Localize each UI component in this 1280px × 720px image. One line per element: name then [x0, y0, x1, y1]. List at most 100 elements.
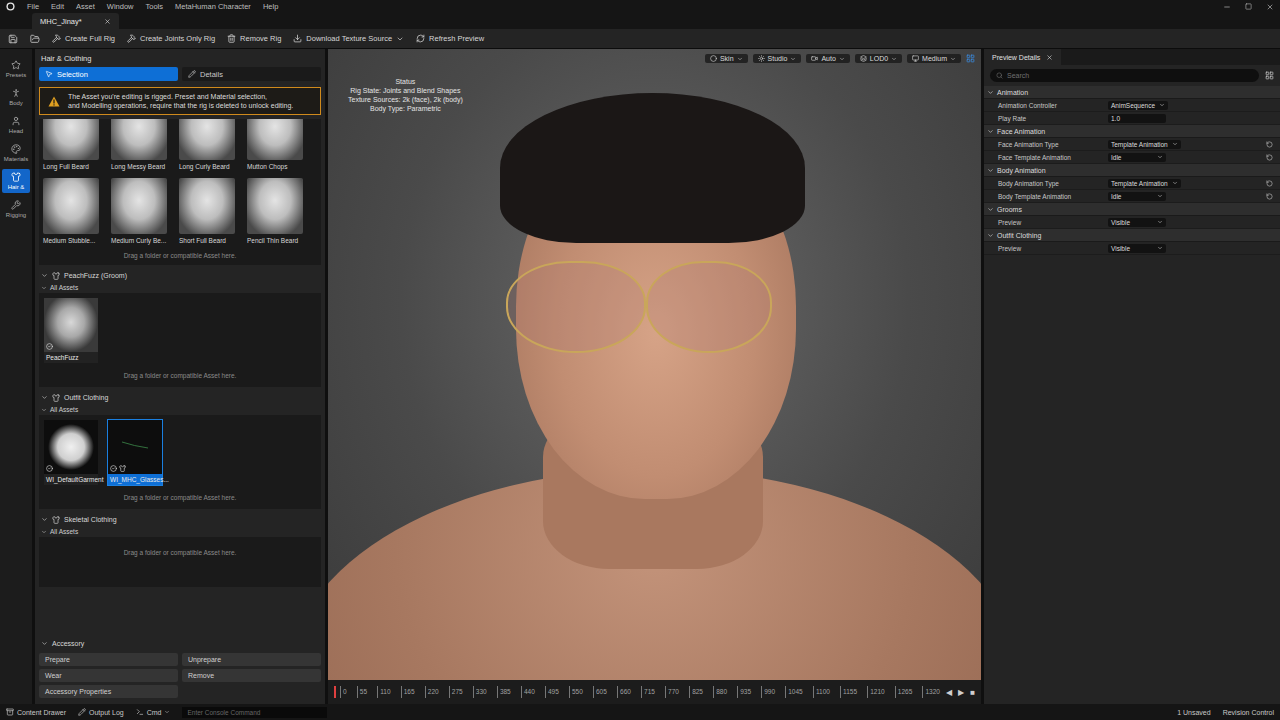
toolbar-button[interactable]: Remove Rig — [227, 34, 281, 43]
accessory-button[interactable]: Unprepare — [182, 653, 321, 666]
timeline-tick: 1155 — [840, 686, 857, 698]
dropdown[interactable]: Visible — [1108, 218, 1166, 227]
beard-thumbnail[interactable]: Mutton Chops — [247, 119, 311, 170]
toolbar-button[interactable]: Refresh Preview — [416, 34, 484, 43]
accessory-button[interactable]: Prepare — [39, 653, 178, 666]
menu-item[interactable]: Help — [263, 2, 278, 11]
sidebar-item[interactable]: Materials — [2, 141, 30, 165]
expand-icon — [41, 394, 48, 401]
details-tab[interactable]: Preview Details — [984, 49, 1061, 65]
viewport-option[interactable]: Medium — [907, 54, 961, 63]
view-options-icon[interactable] — [1265, 71, 1274, 80]
sidebar-item[interactable]: Body — [2, 85, 30, 109]
beard-thumbnail[interactable]: Short Full Beard — [179, 178, 243, 244]
status-button[interactable]: Cmd — [136, 708, 171, 716]
details-section-header[interactable]: Outfit Clothing — [984, 229, 1280, 242]
maximize-icon[interactable] — [1245, 3, 1252, 10]
menu-item[interactable]: Edit — [51, 2, 64, 11]
panel-tab[interactable]: Details — [182, 67, 321, 81]
section-header[interactable]: Skeletal Clothing — [39, 513, 321, 526]
toolbar-button[interactable]: Download Texture Source — [293, 34, 404, 43]
browse-icon[interactable] — [30, 34, 40, 44]
reset-icon[interactable] — [1266, 154, 1273, 161]
status-item[interactable]: 1 Unsaved — [1177, 709, 1210, 716]
viewport-option[interactable]: Studio — [753, 54, 802, 63]
menu-item[interactable]: Window — [107, 2, 134, 11]
character-render[interactable]: SkinStudioAutoLOD0MediumStatusRig State:… — [328, 49, 981, 680]
chevron-down-icon — [1172, 180, 1178, 186]
chevron-down-icon — [891, 56, 897, 62]
asset-tile[interactable]: WI_DefaultGarment — [43, 419, 99, 486]
accessory-section: Accessory Prepare Unprepare Wear Remove Acces… — [39, 633, 321, 698]
accessory-button[interactable]: Accessory Properties — [39, 685, 178, 698]
asset-preview — [44, 420, 98, 474]
status-item[interactable]: Revision Control — [1223, 709, 1274, 716]
section-header[interactable]: Accessory — [39, 637, 321, 650]
timeline-tick: 1210 — [867, 686, 884, 698]
drop-area[interactable]: Drag a folder or compatible Asset here. — [39, 537, 321, 587]
sidebar-item[interactable]: Rigging — [2, 197, 30, 221]
beard-thumbnail[interactable]: Long Curly Beard — [179, 119, 243, 170]
details-section-header[interactable]: Face Animation — [984, 125, 1280, 138]
panel-tab[interactable]: Selection — [39, 67, 178, 81]
sidebar-item[interactable]: Head — [2, 113, 30, 137]
menu-item[interactable]: File — [27, 2, 39, 11]
dropdown[interactable]: Template Animation — [1108, 179, 1181, 188]
timeline[interactable]: 0551101652202753303854404955506056607157… — [328, 680, 981, 704]
close-tab-icon[interactable] — [104, 18, 111, 25]
playback-button[interactable]: ■ — [970, 688, 975, 697]
playback-button[interactable]: ◀ — [946, 688, 952, 697]
drop-area[interactable]: PeachFuzzDrag a folder or compatible Ass… — [39, 293, 321, 387]
sidebar-item[interactable]: Hair & — [2, 169, 30, 193]
property-row: Body Animation TypeTemplate Animation — [984, 177, 1280, 190]
dropdown[interactable]: Visible — [1108, 244, 1166, 253]
layout-icon[interactable] — [966, 54, 975, 63]
drop-hint: Drag a folder or compatible Asset here. — [124, 252, 237, 259]
drop-area[interactable]: WI_DefaultGarmentWI_MHC_Glasses...Drag a… — [39, 415, 321, 509]
reset-icon[interactable] — [1266, 180, 1273, 187]
dropdown[interactable]: Idle — [1108, 192, 1166, 201]
close-icon[interactable] — [1266, 3, 1274, 11]
beard-thumbnail[interactable]: Medium Stubble... — [43, 178, 107, 244]
accessory-button[interactable]: Remove — [182, 669, 321, 682]
timeline-tick: 440 — [521, 686, 535, 698]
document-tab[interactable]: MHC_Jinay* — [32, 13, 119, 29]
dropdown[interactable]: Template Animation — [1108, 140, 1181, 149]
playback-button[interactable]: ▶ — [958, 688, 964, 697]
dropdown[interactable]: Idle — [1108, 153, 1166, 162]
search-field[interactable]: Search — [990, 69, 1259, 82]
details-section-header[interactable]: Grooms — [984, 203, 1280, 216]
toolbar-button[interactable]: Create Full Rig — [52, 34, 115, 43]
accessory-button[interactable]: Wear — [39, 669, 178, 682]
console-input[interactable]: Enter Console Command — [182, 707, 327, 718]
status-button[interactable]: Content Drawer — [6, 708, 66, 716]
status-icon — [136, 708, 144, 716]
details-section-header[interactable]: Body Animation — [984, 164, 1280, 177]
engine-logo-icon[interactable] — [6, 2, 15, 11]
menu-item[interactable]: MetaHuman Character — [175, 2, 251, 11]
menu-item[interactable]: Tools — [145, 2, 163, 11]
toolbar-button[interactable]: Create Joints Only Rig — [127, 34, 215, 43]
menu-item[interactable]: Asset — [76, 2, 95, 11]
section-header[interactable]: PeachFuzz (Groom) — [39, 269, 321, 282]
dropdown[interactable]: AnimSequence — [1108, 101, 1168, 110]
status-button[interactable]: Output Log — [78, 708, 124, 716]
reset-icon[interactable] — [1266, 193, 1273, 200]
viewport-option[interactable]: LOD0 — [855, 54, 902, 63]
reset-icon[interactable] — [1266, 141, 1273, 148]
sidebar-item[interactable]: Presets — [2, 57, 30, 81]
details-section-header[interactable]: Animation — [984, 86, 1280, 99]
minimize-icon[interactable] — [1223, 3, 1231, 11]
asset-tile[interactable]: PeachFuzz — [43, 297, 99, 364]
viewport-option[interactable]: Skin — [705, 54, 748, 63]
close-tab-icon[interactable] — [1046, 54, 1053, 61]
beard-thumbnail[interactable]: Long Full Beard — [43, 119, 107, 170]
viewport-option[interactable]: Auto — [806, 54, 849, 63]
section-header[interactable]: Outfit Clothing — [39, 391, 321, 404]
beard-thumbnail[interactable]: Medium Curly Be... — [111, 178, 175, 244]
beard-thumbnail[interactable]: Long Messy Beard — [111, 119, 175, 170]
number-field[interactable]: 1.0 — [1108, 114, 1166, 123]
beard-thumbnail[interactable]: Pencil Thin Beard — [247, 178, 311, 244]
save-icon[interactable] — [8, 34, 18, 44]
asset-tile[interactable]: WI_MHC_Glasses... — [107, 419, 163, 486]
